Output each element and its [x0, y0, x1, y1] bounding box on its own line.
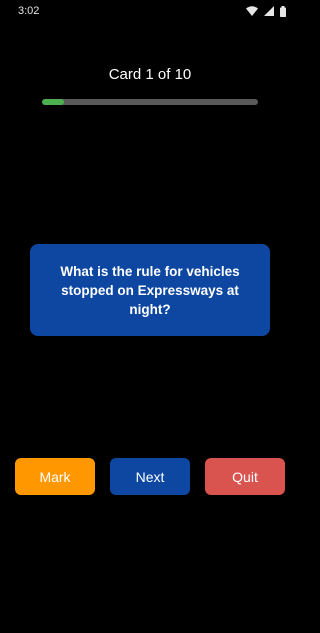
- status-time: 3:02: [18, 5, 40, 17]
- status-icons: [246, 5, 286, 17]
- quit-button[interactable]: Quit: [205, 458, 285, 495]
- mark-button[interactable]: Mark: [15, 458, 95, 495]
- progress-bar-fill: [42, 99, 64, 105]
- status-bar: 3:02: [0, 0, 300, 22]
- wifi-icon: [246, 6, 258, 16]
- next-button[interactable]: Next: [110, 458, 190, 495]
- flashcard[interactable]: What is the rule for vehicles stopped on…: [30, 244, 270, 336]
- cellular-signal-icon: [264, 6, 274, 16]
- progress-bar: [42, 99, 258, 105]
- card-counter: Card 1 of 10: [108, 66, 192, 83]
- question-text: What is the rule for vehicles stopped on…: [60, 263, 240, 317]
- battery-icon: [280, 5, 286, 17]
